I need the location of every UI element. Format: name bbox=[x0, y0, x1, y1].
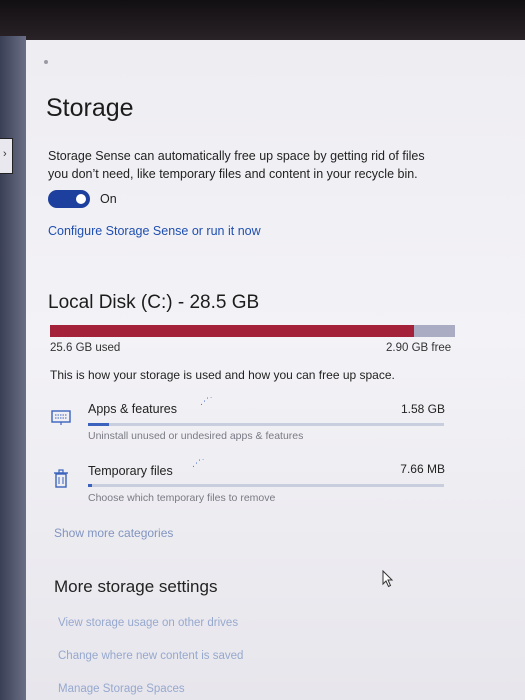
category-usage-fill bbox=[88, 423, 110, 426]
disk-free-label: 2.90 GB free bbox=[386, 342, 452, 354]
monitor-bezel-left bbox=[0, 36, 26, 700]
manage-storage-spaces-link[interactable]: Manage Storage Spaces bbox=[58, 683, 185, 695]
disk-usage-fill bbox=[50, 325, 414, 337]
loading-spinner-icon: ⋰˙ bbox=[192, 458, 206, 468]
keyboard-icon bbox=[51, 410, 71, 425]
storage-sense-description: Storage Sense can automatically free up … bbox=[48, 149, 425, 181]
window-dot bbox=[44, 60, 48, 64]
category-size: 1.58 GB bbox=[400, 402, 445, 416]
category-usage-bar bbox=[88, 423, 444, 426]
category-name: Temporary files bbox=[88, 464, 173, 478]
loading-spinner-icon: ⋰˙ bbox=[200, 396, 214, 406]
toggle-state-label: On bbox=[100, 192, 117, 206]
category-size: 7.66 MB bbox=[400, 462, 445, 476]
view-other-drives-link[interactable]: View storage usage on other drives bbox=[58, 617, 238, 629]
disk-used-label: 25.6 GB used bbox=[50, 342, 121, 354]
category-name: Apps & features bbox=[88, 402, 177, 416]
configure-storage-sense-link[interactable]: Configure Storage Sense or run it now bbox=[48, 224, 261, 238]
category-usage-bar bbox=[88, 484, 444, 487]
storage-sense-toggle[interactable] bbox=[48, 190, 90, 208]
side-window-edge: › bbox=[0, 138, 13, 174]
more-storage-settings-heading: More storage settings bbox=[54, 577, 218, 596]
disk-usage-bar bbox=[50, 325, 455, 337]
storage-intro-text: This is how your storage is used and how… bbox=[50, 368, 395, 382]
show-more-categories-link[interactable]: Show more categories bbox=[54, 526, 173, 540]
category-subtitle: Uninstall unused or undesired apps & fea… bbox=[88, 430, 304, 442]
change-save-location-link[interactable]: Change where new content is saved bbox=[58, 650, 243, 662]
category-subtitle: Choose which temporary files to remove bbox=[88, 492, 276, 504]
trash-icon bbox=[54, 469, 68, 488]
monitor-bezel-top bbox=[0, 0, 525, 42]
mouse-pointer-icon bbox=[382, 570, 394, 588]
storage-settings-page: Storage Storage Sense can automatically … bbox=[26, 40, 525, 700]
page-title: Storage bbox=[46, 94, 134, 122]
disk-title: Local Disk (C:) - 28.5 GB bbox=[48, 292, 260, 313]
category-usage-fill bbox=[88, 484, 92, 487]
toggle-knob bbox=[76, 194, 86, 204]
